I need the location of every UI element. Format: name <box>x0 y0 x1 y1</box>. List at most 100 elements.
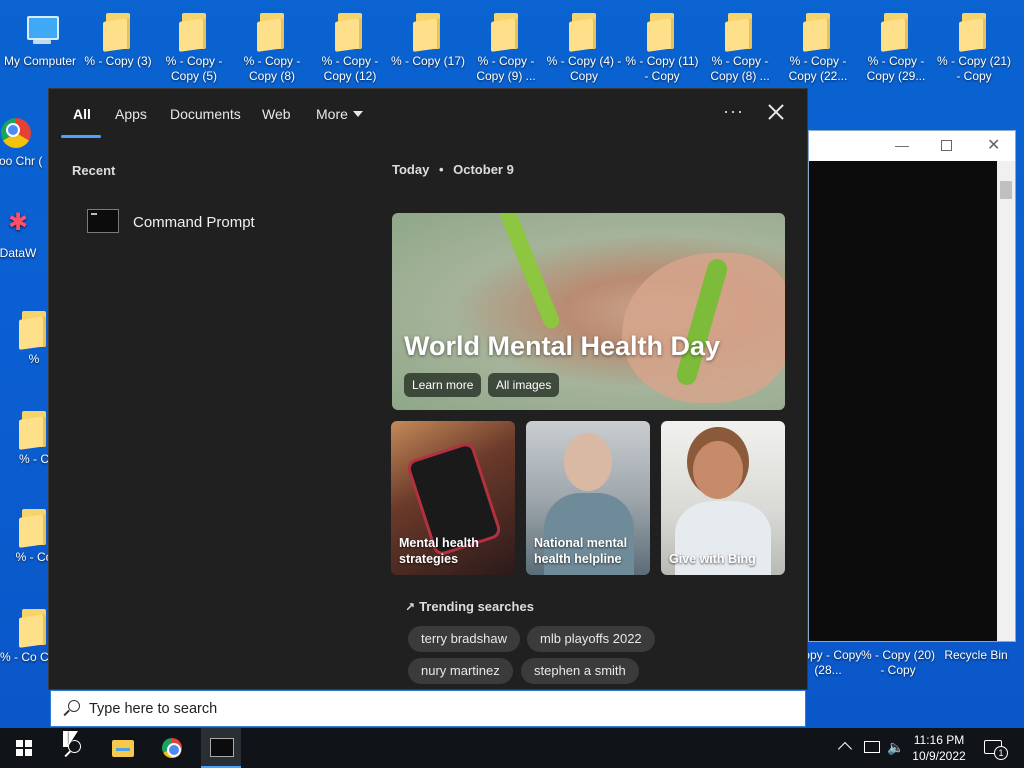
learn-more-button[interactable]: Learn more <box>404 373 482 397</box>
card-national-helpline[interactable]: National mental health helpline <box>526 421 650 575</box>
desktop-icon-folder[interactable]: % - Copy - Copy (9) ... <box>468 10 544 84</box>
maximize-icon[interactable] <box>941 140 952 151</box>
folder-icon <box>860 612 936 648</box>
chrome-icon[interactable] <box>162 738 182 758</box>
windows-start-icon[interactable] <box>16 740 32 756</box>
folder-icon <box>19 606 49 646</box>
person-image <box>564 433 612 491</box>
clock[interactable]: 11:16 PM 10/9/2022 <box>906 732 972 764</box>
trending-chip[interactable]: nury martinez <box>408 658 513 684</box>
chevron-down-icon <box>352 111 363 117</box>
card-caption: National mental health helpline <box>534 536 628 566</box>
all-images-button[interactable]: All images <box>488 373 560 397</box>
card-give-with-bing[interactable]: Give with Bing <box>661 421 785 575</box>
desktop-icon-folder[interactable]: % - Copy (17) <box>390 10 466 69</box>
desktop-icon-label: % - Copy - Copy (5) <box>165 54 223 83</box>
recycle-bin-icon <box>938 612 1014 648</box>
console-titlebar[interactable]: — ✕ <box>809 131 1015 161</box>
scrollbar-thumb[interactable] <box>1000 181 1012 199</box>
command-prompt-taskbar-icon[interactable] <box>201 728 241 768</box>
search-icon <box>63 700 80 716</box>
taskbar: 🔈 11:16 PM 10/9/2022 1 <box>0 728 1024 768</box>
folder-icon <box>19 408 49 448</box>
clock-date: 10/9/2022 <box>912 749 966 763</box>
trending-heading-label: Trending searches <box>419 599 534 614</box>
desktop-icon-label: % - Copy (3) <box>84 54 152 68</box>
desktop-icon-recycle-bin[interactable]: Recycle Bin <box>938 612 1014 663</box>
desktop-icon-label: DataW <box>0 246 37 260</box>
search-input[interactable]: Type here to search <box>50 690 806 727</box>
desktop-icon-folder[interactable]: % - Copy (11) - Copy <box>624 10 700 84</box>
desktop-icon-folder[interactable]: % - Copy - Copy (29... <box>858 10 934 84</box>
desktop-icon-chrome[interactable]: Goo Chr ( <box>0 118 54 169</box>
trending-chip[interactable]: mlb playoffs 2022 <box>527 626 655 652</box>
trending-chip[interactable]: stephen a smith <box>521 658 639 684</box>
desktop-icon-folder[interactable]: % - Copy - Copy (5) <box>156 10 232 84</box>
date-label: October 9 <box>453 162 514 177</box>
close-icon[interactable] <box>765 101 787 123</box>
folder-icon <box>803 10 833 50</box>
desktop-icon-label: % - Copy - Copy (8) <box>243 54 301 83</box>
today-label: Today <box>392 162 430 177</box>
desktop-icon-label: Goo Chr ( <box>0 154 43 168</box>
recent-item-command-prompt[interactable]: Command Prompt <box>87 207 387 239</box>
tab-all[interactable]: All <box>73 106 91 122</box>
folder-icon <box>491 10 521 50</box>
desktop-icon-folder[interactable]: % - Copy (21) - Copy <box>936 10 1012 84</box>
search-panel: All Apps Documents Web More ··· Recent C… <box>48 88 808 690</box>
search-tabs: All Apps Documents Web More ··· <box>49 89 807 139</box>
folder-icon <box>179 10 209 50</box>
desktop-icon-label: % - Copy (20) - Copy <box>860 648 936 677</box>
tab-web[interactable]: Web <box>262 106 291 122</box>
search-placeholder: Type here to search <box>89 701 218 717</box>
more-options-icon[interactable]: ··· <box>723 101 744 122</box>
desktop-icon-label: % - Copy (21) - Copy <box>936 54 1012 83</box>
trending-chip[interactable]: terry bradshaw <box>408 626 520 652</box>
desktop-icon-label: % - Copy - Copy (9) ... <box>476 54 536 83</box>
minimize-icon[interactable]: — <box>895 137 909 153</box>
file-explorer-icon[interactable] <box>112 740 134 757</box>
desktop-icon-label: % - Copy - Copy (22... <box>788 54 848 83</box>
desktop-icon-label: % <box>28 352 40 366</box>
close-icon[interactable]: ✕ <box>987 135 1000 155</box>
command-prompt-window[interactable]: — ✕ <box>808 130 1016 642</box>
active-tab-indicator <box>61 135 101 138</box>
datawrapper-icon: ✱ <box>7 209 29 236</box>
tab-apps[interactable]: Apps <box>115 106 147 122</box>
recent-heading: Recent <box>72 163 116 178</box>
tab-more[interactable]: More <box>316 106 363 122</box>
desktop-icon-my-computer[interactable]: My Computer <box>2 10 78 69</box>
chevron-up-icon[interactable] <box>837 741 853 757</box>
desktop-icon-label: % - Copy - Copy (8) ... <box>710 54 770 83</box>
ribbon-image <box>494 213 562 331</box>
desktop-icon-folder[interactable]: % - Copy - Copy (8) ... <box>702 10 778 84</box>
folder-icon <box>647 10 677 50</box>
desktop-icon-folder[interactable]: % - Copy - Copy (8) <box>234 10 310 84</box>
network-icon[interactable] <box>864 741 880 753</box>
card-mental-health-strategies[interactable]: Mental health strategies <box>391 421 515 575</box>
folder-icon <box>257 10 287 50</box>
desktop-icon-folder[interactable]: % - Copy (4) - Copy <box>546 10 622 84</box>
trending-icon: ↗ <box>405 600 416 614</box>
tab-documents[interactable]: Documents <box>170 106 241 122</box>
folder-icon <box>413 10 443 50</box>
desktop-icon-label: % - C <box>19 452 49 466</box>
card-caption: Mental health strategies <box>399 536 479 566</box>
hero-title: World Mental Health Day <box>404 331 721 361</box>
desktop-icon-label: % - Copy (17) <box>390 54 466 68</box>
desktop-icon-folder[interactable]: % - Copy - Copy (12) <box>312 10 388 84</box>
card-caption: Give with Bing <box>669 552 756 566</box>
desktop-icon-folder[interactable]: % - Copy (20) - Copy <box>860 612 936 678</box>
mouse-cursor <box>63 731 73 747</box>
folder-icon <box>335 10 365 50</box>
console-body[interactable] <box>809 161 999 641</box>
console-scrollbar[interactable] <box>997 161 1015 641</box>
hero-card[interactable]: World Mental Health Day Learn more All i… <box>392 213 785 410</box>
desktop-icon-label: My Computer <box>3 54 77 68</box>
volume-icon[interactable]: 🔈 <box>887 739 904 756</box>
today-date-heading: Today • October 9 <box>392 162 514 177</box>
desktop-icon-folder[interactable]: % - Copy - Copy (22... <box>780 10 856 84</box>
clock-time: 11:16 PM <box>913 733 965 747</box>
desktop-icon-label: % - Copy (4) - Copy <box>546 54 622 83</box>
desktop-icon-folder[interactable]: % - Copy (3) <box>80 10 156 69</box>
